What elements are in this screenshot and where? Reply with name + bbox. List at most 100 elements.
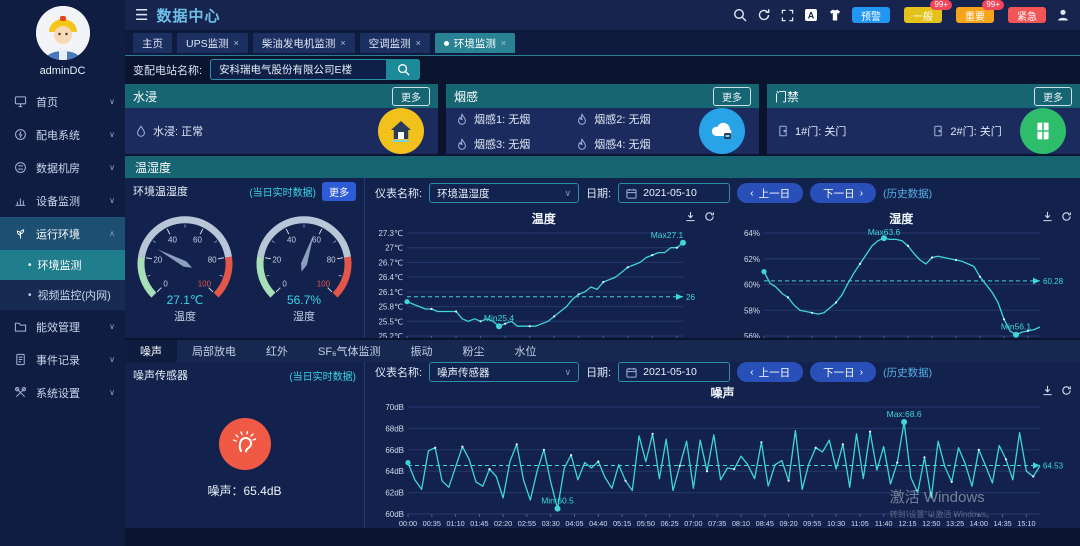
user-icon[interactable]	[1056, 8, 1070, 22]
download-icon[interactable]	[1042, 385, 1053, 396]
sidebar-item-8[interactable]: 事件记录∨	[0, 343, 125, 376]
sensor-tab-4[interactable]: 振动	[396, 340, 448, 362]
sidebar-subitem-6[interactable]: •视频监控(内网)	[0, 280, 125, 310]
alert-button-3[interactable]: 紧急	[1008, 7, 1046, 23]
theme-icon[interactable]	[828, 8, 842, 22]
status-item-0: 1#门: 关门	[777, 123, 846, 139]
fullscreen-icon[interactable]	[781, 9, 794, 22]
gauge-panel-title: 环境温湿度	[133, 183, 188, 199]
tab-2[interactable]: 柴油发电机监测×	[253, 33, 355, 53]
prev-day-button[interactable]: ‹上一日	[737, 362, 803, 382]
alert-button-1[interactable]: 一般99+	[904, 7, 942, 23]
noise-section: 噪声局部放电红外SF₆气体监测振动粉尘水位 噪声传感器 (当日实时数据)	[125, 340, 1080, 528]
tab-1[interactable]: UPS监测×	[177, 33, 248, 53]
gauge-more-button[interactable]: 更多	[322, 182, 356, 201]
door-card-body: 1#门: 关门2#门: 关门	[767, 108, 1080, 154]
tab-4[interactable]: 环境监测×	[435, 33, 515, 53]
sidebar-item-9[interactable]: 系统设置∨	[0, 376, 125, 409]
flame-icon	[456, 138, 468, 150]
status-item-2: 烟感3: 无烟	[456, 136, 530, 152]
svg-text:60: 60	[193, 236, 202, 245]
meter-select[interactable]: 噪声传感器∨	[429, 362, 579, 382]
date-label: 日期:	[586, 364, 611, 380]
sensor-tab-5[interactable]: 粉尘	[448, 340, 500, 362]
station-search-button[interactable]	[386, 59, 420, 80]
svg-text:湿度: 湿度	[293, 309, 315, 323]
station-name-input[interactable]: 安科瑞电气股份有限公司E楼	[210, 59, 386, 80]
avatar[interactable]	[36, 6, 90, 60]
tab-3[interactable]: 空调监测×	[360, 33, 430, 53]
svg-text:56.7%: 56.7%	[287, 293, 321, 307]
date-label: 日期:	[586, 185, 611, 201]
sensor-tab-0[interactable]: 噪声	[125, 340, 177, 362]
sidebar-item-1[interactable]: 配电系统∨	[0, 118, 125, 151]
svg-text:68dB: 68dB	[385, 424, 404, 433]
next-day-button[interactable]: 下一日›	[810, 183, 876, 203]
svg-text:12:50: 12:50	[922, 519, 940, 528]
download-icon[interactable]	[685, 211, 696, 222]
meter-select[interactable]: 环境温湿度∨	[429, 183, 579, 203]
smoke-status-icon	[699, 108, 745, 154]
sidebar: adminDC 首页∨ 配电系统∨ 数据机房∨ 设备监测∨ 运行环境∧•环境监测…	[0, 0, 125, 546]
prev-day-button[interactable]: ‹上一日	[737, 183, 803, 203]
alert-button-2[interactable]: 重要99+	[956, 7, 994, 23]
refresh-icon[interactable]	[1061, 211, 1072, 222]
refresh-icon[interactable]	[1061, 385, 1072, 396]
svg-text:26.1℃: 26.1℃	[378, 288, 403, 297]
door-items: 1#门: 关门2#门: 关门	[777, 123, 1002, 139]
history-data-link[interactable]: (历史数据)	[883, 186, 932, 201]
search-icon[interactable]	[733, 8, 747, 22]
sidebar-item-4[interactable]: 运行环境∧	[0, 217, 125, 250]
svg-text:26: 26	[686, 293, 695, 302]
smoke-more-button[interactable]: 更多	[713, 87, 751, 106]
sidebar-item-7[interactable]: 能效管理∨	[0, 310, 125, 343]
chevron-icon: ∨	[109, 130, 115, 139]
close-icon[interactable]: ×	[416, 38, 421, 48]
door-more-button[interactable]: 更多	[1034, 87, 1072, 106]
sensor-tab-6[interactable]: 水位	[500, 340, 552, 362]
close-icon[interactable]: ×	[340, 38, 345, 48]
svg-text:13:25: 13:25	[945, 519, 963, 528]
water-more-button[interactable]: 更多	[392, 87, 430, 106]
active-dot	[444, 41, 449, 46]
svg-text:64%: 64%	[744, 229, 760, 238]
alert-button-0[interactable]: 预警	[852, 7, 890, 23]
noise-sensor-display: 噪声：65.4dB	[125, 388, 364, 528]
download-icon[interactable]	[1042, 211, 1053, 222]
translate-icon[interactable]: A	[804, 8, 818, 22]
user-profile: adminDC	[0, 0, 125, 85]
close-icon[interactable]: ×	[501, 38, 506, 48]
date-picker[interactable]: 2021-05-10	[618, 362, 730, 382]
temp-humidity-body: 环境温湿度 (当日实时数据) 更多 02040608010027.1℃温度020…	[125, 178, 1080, 338]
station-search-row: 变配电站名称: 安科瑞电气股份有限公司E楼	[125, 56, 1080, 83]
tab-0[interactable]: 主页	[133, 33, 172, 53]
close-icon[interactable]: ×	[234, 38, 239, 48]
date-picker[interactable]: 2021-05-10	[618, 183, 730, 203]
svg-text:100: 100	[317, 279, 331, 288]
noise-panel-title: 噪声传感器	[133, 367, 188, 383]
chevron-down-icon: ∨	[564, 188, 571, 199]
sensor-tab-2[interactable]: 红外	[251, 340, 303, 362]
chevron-down-icon: ∨	[564, 367, 571, 378]
humidity-chart-title: 湿度	[889, 210, 913, 227]
refresh-icon[interactable]	[757, 8, 771, 22]
door-card: 门禁 更多 1#门: 关门2#门: 关门	[767, 84, 1080, 154]
svg-text:11:40: 11:40	[874, 519, 892, 528]
chevron-icon: ∨	[109, 388, 115, 397]
sidebar-item-0[interactable]: 首页∨	[0, 85, 125, 118]
water-card-header: 水浸 更多	[125, 84, 438, 108]
sensor-tab-1[interactable]: 局部放电	[177, 340, 251, 362]
menu-toggle-icon[interactable]: ☰	[135, 6, 148, 24]
main-area: ☰ 数据中心 A 预警一般99+重要99+紧急 主页UPS监测×柴油发电机监测×…	[125, 0, 1080, 546]
noise-sensor-panel: 噪声传感器 (当日实时数据) 噪声：65.4dB	[125, 362, 365, 528]
sidebar-item-2[interactable]: 数据机房∨	[0, 151, 125, 184]
chevron-icon: ∧	[109, 229, 115, 238]
sidebar-item-3[interactable]: 设备监测∨	[0, 184, 125, 217]
sensor-tab-3[interactable]: SF₆气体监测	[303, 340, 396, 362]
refresh-icon[interactable]	[704, 211, 715, 222]
history-data-link[interactable]: (历史数据)	[883, 365, 932, 380]
svg-text:20: 20	[153, 256, 162, 265]
sidebar-subitem-5[interactable]: •环境监测	[0, 250, 125, 280]
next-day-button[interactable]: 下一日›	[810, 362, 876, 382]
svg-text:05:50: 05:50	[636, 519, 654, 528]
